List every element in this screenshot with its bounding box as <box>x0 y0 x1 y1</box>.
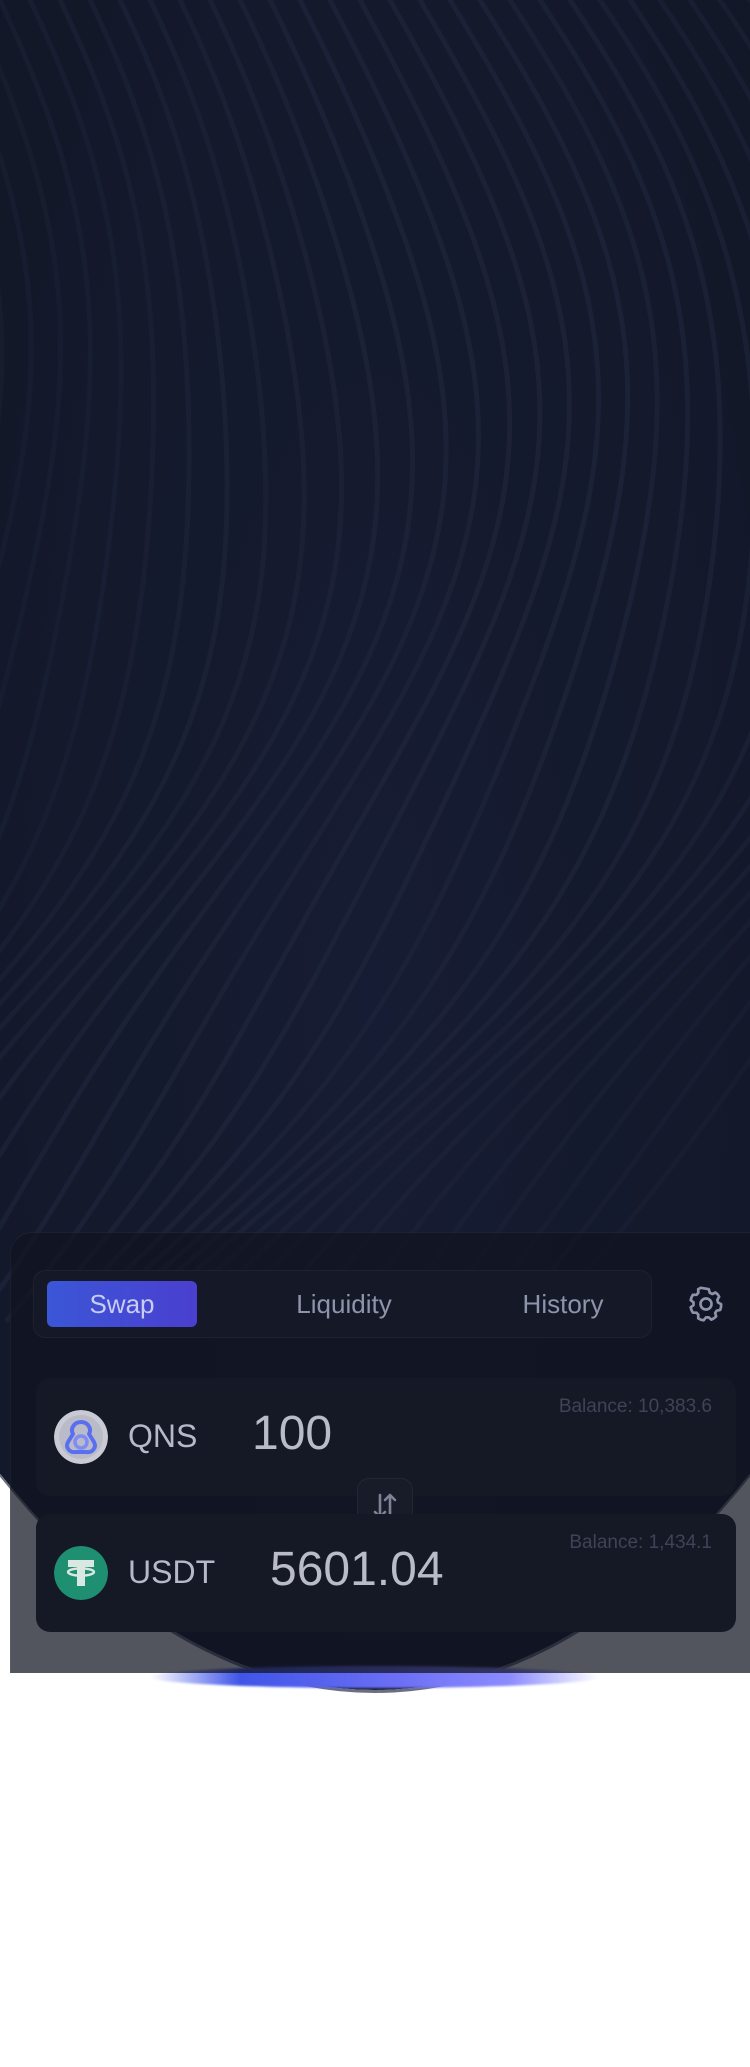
tab-liquidity[interactable]: Liquidity <box>254 1281 434 1327</box>
tab-bar: Swap Liquidity History <box>33 1270 652 1338</box>
gear-icon <box>689 1286 723 1322</box>
usdt-logo-icon <box>54 1546 108 1600</box>
to-token-card: USDT Balance: 1,434.1 <box>36 1514 736 1632</box>
to-amount-input[interactable] <box>270 1542 570 1597</box>
qns-logo-icon <box>54 1410 108 1464</box>
to-balance: Balance: 1,434.1 <box>569 1532 712 1553</box>
from-token-symbol[interactable]: QNS <box>128 1418 197 1455</box>
from-balance: Balance: 10,383.6 <box>558 1396 712 1417</box>
to-token-symbol[interactable]: USDT <box>128 1554 215 1591</box>
tab-swap[interactable]: Swap <box>47 1281 197 1327</box>
tab-history[interactable]: History <box>478 1281 648 1327</box>
swap-page: Swap Liquidity History QNS Balance: 10,3… <box>0 0 750 2067</box>
from-amount-input[interactable] <box>252 1406 512 1461</box>
settings-button[interactable] <box>686 1284 726 1324</box>
